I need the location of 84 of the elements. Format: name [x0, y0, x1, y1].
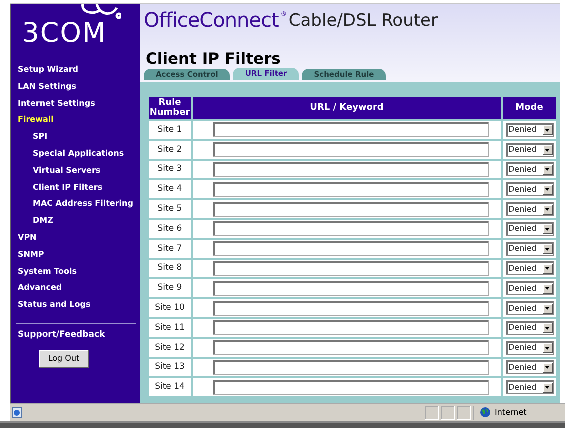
mode-dropdown[interactable]: Denied: [506, 360, 554, 374]
table-cell: Site 8: [149, 260, 191, 278]
table-cell: Site 3: [149, 160, 191, 178]
mode-dropdown[interactable]: Denied: [506, 261, 554, 276]
url-field[interactable]: [213, 280, 489, 296]
sidebar-item[interactable]: Advanced: [18, 280, 62, 298]
url-field[interactable]: [213, 360, 489, 375]
logo-swirl-icon: [80, 4, 120, 20]
url-field[interactable]: [213, 142, 489, 158]
caret-icon: [542, 264, 552, 274]
sidebar-item[interactable]: LAN Settings: [18, 78, 77, 96]
logo-text: 3COM: [22, 20, 107, 48]
caret-icon: [542, 323, 552, 334]
url-field[interactable]: [213, 221, 489, 236]
sidebar-item[interactable]: DMZ: [33, 213, 54, 230]
caret-icon: [542, 164, 552, 175]
mode-dropdown[interactable]: Denied: [506, 142, 554, 157]
url-field[interactable]: [213, 122, 489, 138]
table-cell: Site 13: [149, 358, 191, 376]
caret-icon: [542, 244, 552, 254]
caret-icon: [542, 284, 552, 294]
url-field[interactable]: [213, 241, 489, 256]
table-cell: Site 1: [149, 121, 191, 139]
url-field[interactable]: [213, 340, 489, 356]
sidebar-item[interactable]: Firewall: [18, 112, 54, 130]
table-cell: Site 14: [149, 378, 191, 396]
sidebar-item[interactable]: MAC Address Filtering: [33, 196, 134, 214]
mode-dropdown[interactable]: Denied: [506, 320, 554, 335]
table-cell: Site 6: [149, 220, 191, 238]
mode-dropdown[interactable]: Denied: [506, 380, 554, 394]
mode-dropdown[interactable]: Denied: [506, 301, 554, 316]
url-field[interactable]: [213, 162, 489, 177]
sidebar-item[interactable]: Status and Logs: [18, 297, 91, 314]
sidebar-item[interactable]: SNMP: [18, 246, 44, 264]
zone-label: Internet: [495, 408, 527, 418]
sidebar-item[interactable]: Internet Settings: [18, 96, 96, 112]
caret-icon: [542, 343, 552, 354]
mode-dropdown[interactable]: Denied: [506, 340, 554, 355]
table-cell: Site 11: [149, 318, 191, 337]
mode-dropdown[interactable]: Denied: [506, 182, 554, 196]
sidebar-item[interactable]: Virtual Servers: [33, 162, 101, 180]
caret-icon: [542, 362, 552, 373]
sidebar-item[interactable]: SPI: [33, 129, 48, 146]
sidebar-item[interactable]: System Tools: [18, 264, 77, 280]
mode-dropdown[interactable]: Denied: [506, 202, 554, 216]
table-cell: Site 5: [149, 200, 191, 218]
brand-title: OfficeConnect: [144, 8, 279, 32]
caret-icon: [542, 125, 552, 136]
url-field[interactable]: [213, 260, 489, 276]
table-cell: Site 7: [149, 240, 191, 258]
globe-icon: [480, 407, 491, 418]
mode-dropdown[interactable]: Denied: [506, 281, 554, 296]
caret-icon: [542, 382, 552, 393]
table-cell: Site 2: [149, 140, 191, 159]
url-field[interactable]: [213, 300, 489, 316]
column-header: Mode: [503, 97, 556, 119]
column-header: URL / Keyword: [193, 97, 501, 119]
table-cell: Site 10: [149, 299, 191, 317]
caret-icon: [542, 304, 552, 314]
table-cell: Site 4: [149, 180, 191, 198]
log-out-button[interactable]: Log Out: [39, 350, 89, 368]
caret-icon: [542, 184, 552, 195]
url-field[interactable]: [213, 182, 489, 197]
support-link[interactable]: Support/Feedback: [11, 328, 106, 342]
column-header: Rule Number: [149, 97, 191, 119]
caret-icon: [542, 204, 552, 215]
mode-dropdown[interactable]: Denied: [506, 222, 554, 236]
caret-icon: [542, 224, 552, 234]
sidebar-item[interactable]: Client IP Filters: [33, 180, 103, 196]
sidebar-item[interactable]: Setup Wizard: [18, 62, 79, 79]
mode-dropdown[interactable]: Denied: [506, 122, 554, 137]
caret-icon: [542, 145, 552, 156]
page-icon: [12, 407, 22, 418]
url-field[interactable]: [213, 202, 489, 217]
mode-dropdown[interactable]: Denied: [506, 242, 554, 256]
table-cell: Site 9: [149, 279, 191, 298]
product-title: Cable/DSL Router: [288, 10, 438, 33]
page-title: Client IP Filters: [145, 50, 282, 68]
sidebar-item[interactable]: Special Applications: [33, 146, 124, 163]
url-field[interactable]: [213, 380, 489, 395]
url-field[interactable]: [213, 320, 489, 336]
table-cell: Site 12: [149, 338, 191, 357]
sidebar-item[interactable]: VPN: [18, 230, 37, 247]
mode-dropdown[interactable]: Denied: [506, 162, 554, 176]
